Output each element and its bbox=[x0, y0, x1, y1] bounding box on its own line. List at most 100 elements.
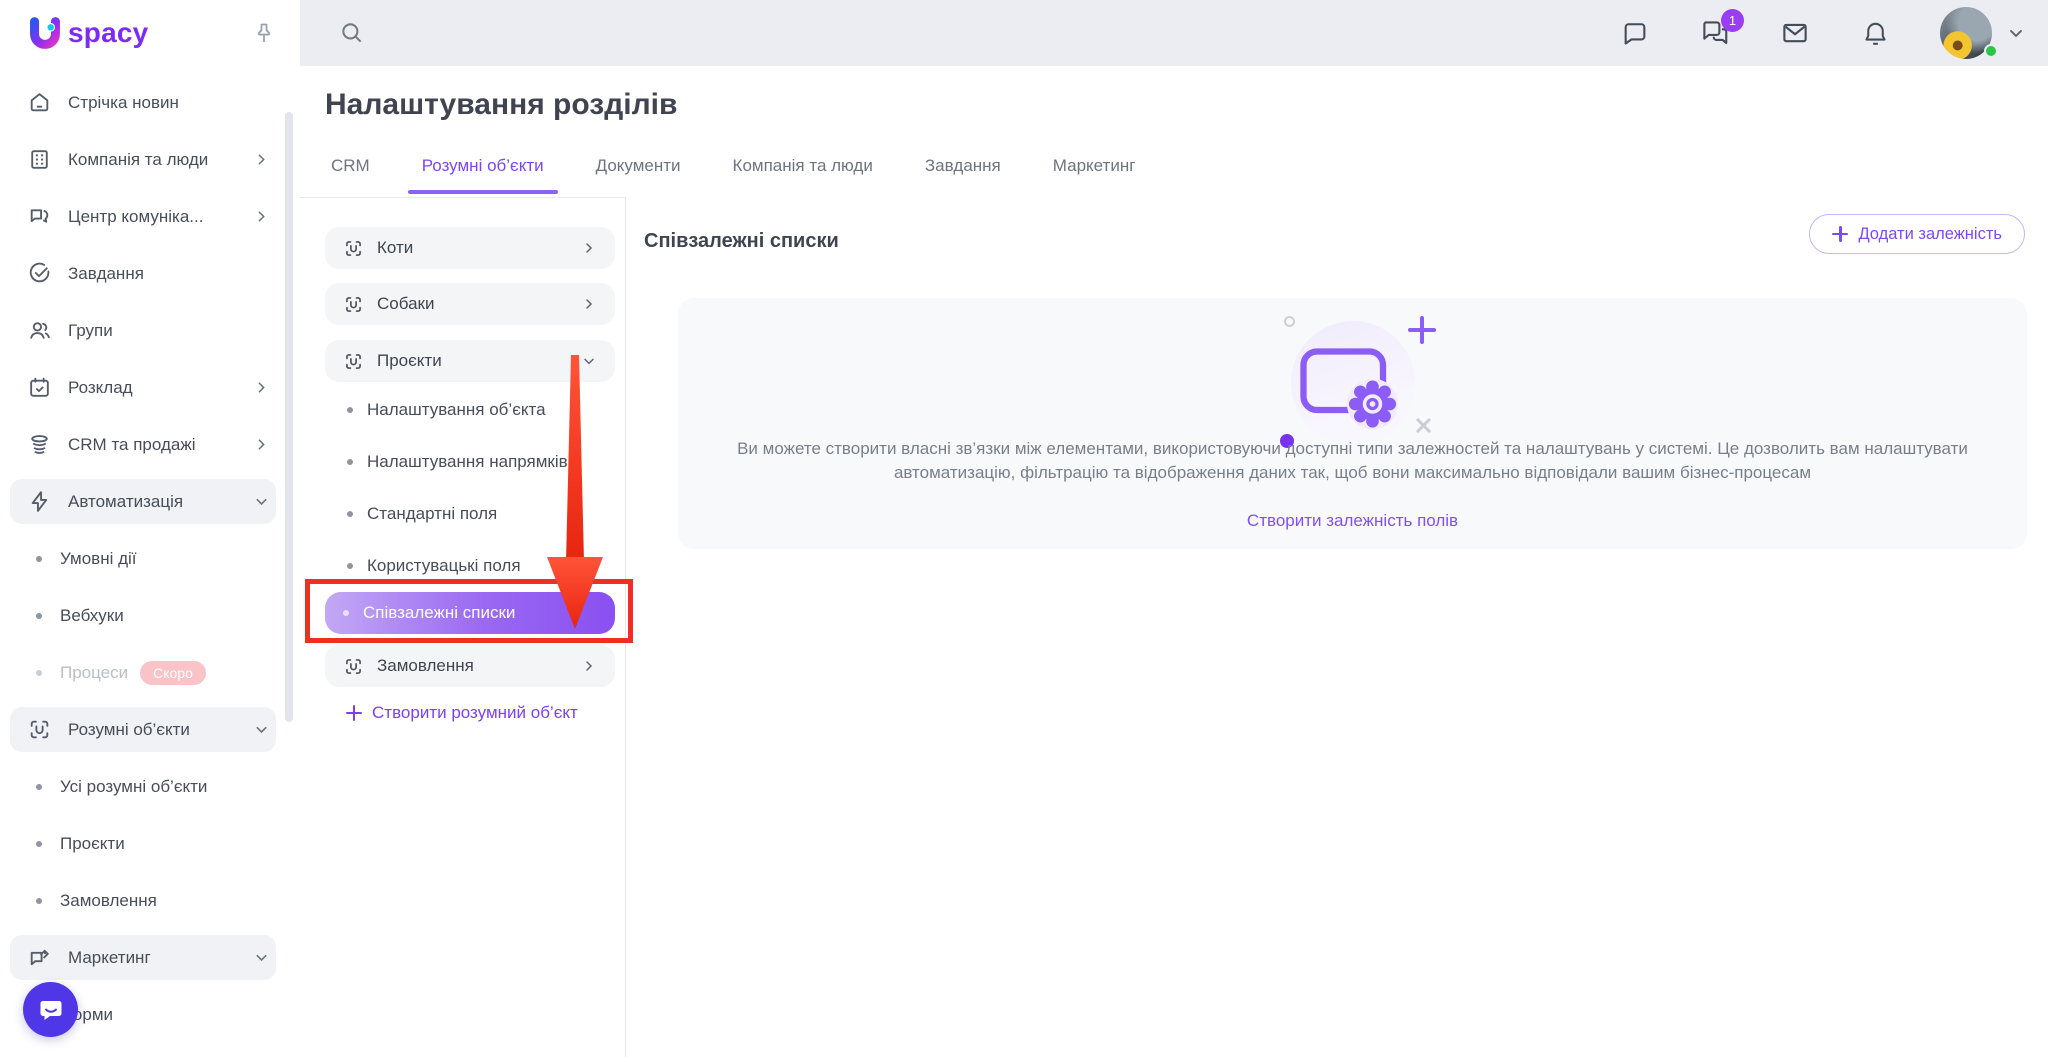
bullet-icon bbox=[36, 841, 42, 847]
section-tabs: CRM Розумні об’єкти Документи Компанія т… bbox=[325, 150, 1141, 194]
subitem-label: Співзалежні списки bbox=[363, 603, 515, 623]
tab-marketing[interactable]: Маркетинг bbox=[1047, 150, 1142, 194]
communications-icon bbox=[26, 204, 52, 230]
sidebar-item-label: Усі розумні об’єкти bbox=[60, 777, 207, 797]
chevron-right-icon bbox=[581, 240, 597, 256]
smart-object-icon bbox=[343, 238, 364, 259]
sidebar-item-communication-center[interactable]: Центр комуніка... bbox=[0, 188, 300, 245]
bullet-icon bbox=[347, 407, 353, 413]
smart-object-icon bbox=[343, 294, 364, 315]
dependent-lists-section: Співзалежні списки Додати залежність bbox=[626, 197, 2048, 1057]
mail-button[interactable] bbox=[1780, 18, 1810, 48]
sidebar-item-schedule[interactable]: Розклад bbox=[0, 359, 300, 416]
bullet-icon bbox=[347, 459, 353, 465]
sidebar-item-tasks[interactable]: Завдання bbox=[0, 245, 300, 302]
decor-ring-icon bbox=[1284, 316, 1295, 327]
tab-crm[interactable]: CRM bbox=[325, 150, 376, 194]
sidebar-item-label: Центр комуніка... bbox=[68, 207, 203, 227]
logo-text: spacy bbox=[68, 17, 148, 49]
bullet-icon bbox=[36, 670, 42, 676]
sidebar-item-newsfeed[interactable]: Стрічка новин bbox=[0, 74, 300, 131]
sidebar-item-all-smart-objects[interactable]: Усі розумні об’єкти bbox=[0, 758, 300, 815]
chevron-down-icon bbox=[253, 493, 270, 510]
tab-company[interactable]: Компанія та люди bbox=[727, 150, 879, 194]
chevron-right-icon bbox=[581, 296, 597, 312]
tab-documents[interactable]: Документи bbox=[590, 150, 687, 194]
chevron-right-icon bbox=[253, 379, 270, 396]
tab-tasks[interactable]: Завдання bbox=[919, 150, 1007, 194]
bullet-icon bbox=[36, 784, 42, 790]
sidebar-item-label: Групи bbox=[68, 321, 113, 341]
bullet-icon bbox=[347, 563, 353, 569]
sidebar-item-label: Процеси bbox=[60, 663, 128, 683]
bullet-icon bbox=[36, 898, 42, 904]
sidebar-item-automation[interactable]: Автоматизація bbox=[0, 473, 300, 530]
sidebar-item-orders[interactable]: Замовлення bbox=[0, 872, 300, 929]
sidebar-item-label: Завдання bbox=[68, 264, 144, 284]
object-item-dogs[interactable]: Собаки bbox=[325, 283, 615, 325]
pin-sidebar-button[interactable] bbox=[252, 21, 276, 45]
app-window: 1 bbox=[0, 0, 2048, 1057]
search-icon bbox=[339, 20, 365, 46]
sidebar-item-company[interactable]: Компанія та люди bbox=[0, 131, 300, 188]
object-item-orders[interactable]: Замовлення bbox=[325, 645, 615, 687]
smart-object-icon bbox=[343, 351, 364, 372]
mail-icon bbox=[1780, 18, 1810, 48]
object-label: Коти bbox=[377, 238, 413, 258]
support-chat-button[interactable] bbox=[23, 982, 78, 1037]
unread-count-badge: 1 bbox=[1721, 9, 1744, 32]
sidebar-item-webhooks[interactable]: Вебхуки bbox=[0, 587, 300, 644]
profile-menu[interactable] bbox=[1940, 7, 2026, 59]
create-field-dependency-link[interactable]: Створити залежність полів bbox=[1247, 511, 1458, 531]
sidebar-item-projects[interactable]: Проєкти bbox=[0, 815, 300, 872]
logo-mark-icon bbox=[26, 14, 64, 52]
tab-smart-objects[interactable]: Розумні об’єкти bbox=[416, 150, 550, 194]
comment-button[interactable] bbox=[1620, 18, 1650, 48]
sidebar-item-label: Проєкти bbox=[60, 834, 125, 854]
comment-icon bbox=[1621, 19, 1649, 47]
chevron-right-icon bbox=[253, 208, 270, 225]
uspacy-logo[interactable]: spacy bbox=[26, 14, 148, 52]
decor-plus-icon bbox=[1408, 316, 1436, 344]
object-label: Замовлення bbox=[377, 656, 474, 676]
sidebar-item-smart-objects[interactable]: Розумні об’єкти bbox=[0, 701, 300, 758]
object-item-projects[interactable]: Проєкти bbox=[325, 340, 615, 382]
sidebar-item-crm[interactable]: CRM та продажі bbox=[0, 416, 300, 473]
object-label: Собаки bbox=[377, 294, 434, 314]
subitem-object-settings[interactable]: Налаштування об’єкта bbox=[347, 384, 546, 436]
subitem-standard-fields[interactable]: Стандартні поля bbox=[347, 488, 497, 540]
subitem-label: Налаштування напрямків bbox=[367, 452, 568, 472]
subitem-label: Налаштування об’єкта bbox=[367, 400, 546, 420]
create-smart-object-link[interactable]: Створити розумний об’єкт bbox=[346, 703, 578, 723]
sidebar-item-label: Розумні об’єкти bbox=[68, 720, 190, 740]
company-icon bbox=[26, 147, 52, 173]
sidebar-nav: Стрічка новин Компанія та люди Центр ком… bbox=[0, 66, 300, 1043]
subitem-directions-settings[interactable]: Налаштування напрямків bbox=[347, 436, 568, 488]
subitem-custom-fields[interactable]: Користувацькі поля bbox=[347, 540, 521, 592]
topbar-icons: 1 bbox=[1620, 0, 2026, 66]
notifications-button[interactable] bbox=[1860, 18, 1890, 48]
marketing-icon bbox=[26, 945, 52, 971]
subitem-dependent-lists-selected[interactable]: Співзалежні списки bbox=[325, 592, 615, 634]
online-status-dot bbox=[1984, 44, 1998, 58]
chat-bubble-icon bbox=[37, 996, 65, 1024]
sidebar-scrollbar[interactable] bbox=[285, 112, 293, 722]
search-button[interactable] bbox=[336, 17, 368, 49]
decor-cross-icon bbox=[1415, 417, 1432, 434]
object-item-cats[interactable]: Коти bbox=[325, 227, 615, 269]
chevron-right-icon bbox=[253, 436, 270, 453]
add-dependency-button[interactable]: Додати залежність bbox=[1809, 214, 2025, 254]
sidebar-item-label: Розклад bbox=[68, 378, 133, 398]
home-icon bbox=[26, 90, 52, 116]
add-dependency-label: Додати залежність bbox=[1858, 225, 2002, 244]
chevron-right-icon bbox=[581, 658, 597, 674]
subitem-label: Користувацькі поля bbox=[367, 556, 521, 576]
smart-objects-icon bbox=[26, 717, 52, 743]
plus-icon bbox=[1832, 226, 1848, 242]
sidebar-item-marketing[interactable]: Маркетинг bbox=[0, 929, 300, 986]
sidebar-item-label: Замовлення bbox=[60, 891, 157, 911]
sidebar-item-conditional-actions[interactable]: Умовні дії bbox=[0, 530, 300, 587]
sidebar: spacy Стрічка новин Компанія та люди Цен… bbox=[0, 0, 300, 1057]
messenger-button[interactable]: 1 bbox=[1700, 18, 1730, 48]
sidebar-item-groups[interactable]: Групи bbox=[0, 302, 300, 359]
